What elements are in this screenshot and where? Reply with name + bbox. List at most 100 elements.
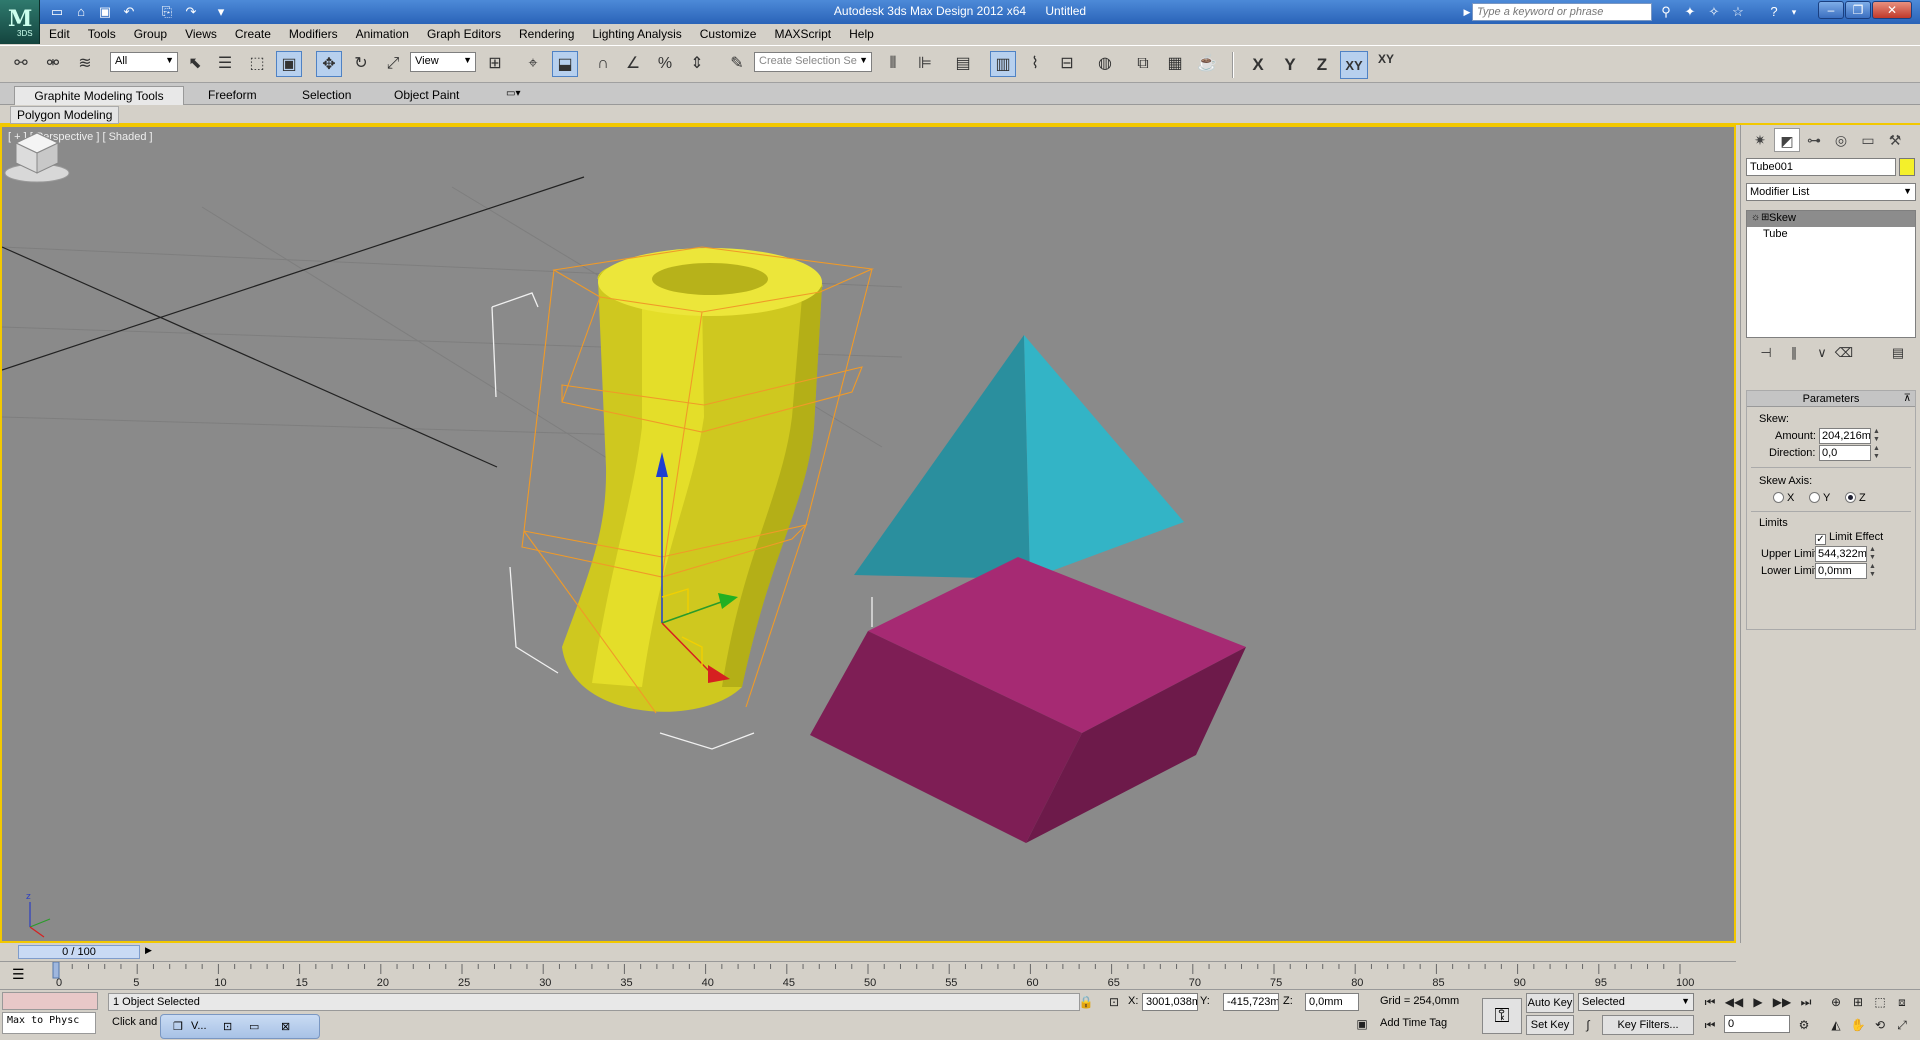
select-by-name-icon[interactable]: ☰ xyxy=(212,51,238,77)
object-name-field[interactable]: Tube001 xyxy=(1746,158,1896,176)
menu-edit[interactable]: Edit xyxy=(40,24,79,45)
direction-field[interactable]: 0,0 xyxy=(1819,445,1871,461)
key-filters-button[interactable]: Key Filters... xyxy=(1602,1015,1694,1035)
render-teapot-icon[interactable]: ☕ xyxy=(1194,51,1220,77)
play-icon[interactable]: ▶ xyxy=(1748,992,1768,1012)
auto-key-button[interactable]: Auto Key xyxy=(1526,993,1574,1013)
script-listener-red-line[interactable] xyxy=(2,992,98,1010)
direction-spinner-icon[interactable]: ▲ ▼ xyxy=(1873,445,1881,461)
select-object-icon[interactable]: ⬉ xyxy=(182,51,208,77)
object-color-swatch[interactable] xyxy=(1899,158,1915,176)
keyboard-shortcut-override-icon[interactable]: ⬓ xyxy=(552,51,578,77)
axis-xy-button[interactable]: XY xyxy=(1340,51,1368,79)
motion-tab-icon[interactable]: ◎ xyxy=(1828,128,1854,152)
angle-snap-icon[interactable]: ∠ xyxy=(620,51,646,77)
modify-tab-icon[interactable]: ◩ xyxy=(1774,128,1800,152)
tab-object-paint[interactable]: Object Paint xyxy=(384,86,469,105)
bind-space-warp-icon[interactable]: ≋ xyxy=(72,51,98,77)
zoom-extents-icon[interactable]: ⬚ xyxy=(1870,992,1890,1012)
next-frame-icon[interactable]: ▶▶ xyxy=(1772,992,1792,1012)
time-tag-icon[interactable]: ▣ xyxy=(1352,1014,1372,1034)
search-input[interactable]: Type a keyword or phrase xyxy=(1472,3,1652,21)
maximize-icon[interactable]: ▭ xyxy=(249,1020,259,1033)
edit-named-selection-icon[interactable]: ✎ xyxy=(724,51,750,77)
go-to-start-icon[interactable]: ⏮ xyxy=(1700,992,1720,1012)
field-of-view-icon[interactable]: ◭ xyxy=(1826,1015,1846,1035)
create-tab-icon[interactable]: ✷ xyxy=(1747,128,1773,152)
axis-z-button[interactable]: Z xyxy=(1308,51,1336,79)
zoom-extents-all-icon[interactable]: ⧈ xyxy=(1892,992,1912,1012)
orbit-icon[interactable]: ⟲ xyxy=(1870,1015,1890,1035)
curve-editor-icon[interactable]: ⌇ xyxy=(1022,51,1048,77)
favorites-star-icon[interactable]: ☆ xyxy=(1728,3,1748,21)
set-key-button[interactable]: Set Key xyxy=(1526,1015,1574,1035)
hierarchy-tab-icon[interactable]: ⊶ xyxy=(1801,128,1827,152)
menu-help[interactable]: Help xyxy=(840,24,883,45)
align-icon[interactable]: ⊫ xyxy=(912,51,938,77)
unlink-icon[interactable]: ⚮ xyxy=(40,51,66,77)
key-mode-toggle-icon[interactable]: ⏮ xyxy=(1700,1015,1720,1035)
configure-modifier-sets-icon[interactable]: ▤ xyxy=(1886,345,1910,363)
pan-view-icon[interactable]: ✋ xyxy=(1848,1015,1868,1035)
render-setup-icon[interactable]: ⧉ xyxy=(1130,51,1156,77)
graphite-toggle-icon[interactable]: ▥ xyxy=(990,51,1016,77)
menu-views[interactable]: Views xyxy=(176,24,226,45)
script-listener-input[interactable]: Max to Physc xyxy=(2,1012,96,1034)
selection-lock-icon[interactable]: 🔒 xyxy=(1076,992,1096,1012)
axis-y-button[interactable]: Y xyxy=(1276,51,1304,79)
set-keys-key-icon[interactable]: ⚿ xyxy=(1482,998,1522,1034)
add-time-tag[interactable]: Add Time Tag xyxy=(1376,1015,1451,1033)
menu-maxscript[interactable]: MAXScript xyxy=(765,24,840,45)
amount-spinner-icon[interactable]: ▲ ▼ xyxy=(1873,428,1881,444)
rendered-frame-window-icon[interactable]: ▦ xyxy=(1162,51,1188,77)
menu-create[interactable]: Create xyxy=(226,24,280,45)
previous-frame-icon[interactable]: ◀◀ xyxy=(1724,992,1744,1012)
amount-field[interactable]: 204,216m xyxy=(1819,428,1871,444)
spinner-snap-icon[interactable]: ⇕ xyxy=(684,51,710,77)
viewcube-icon[interactable] xyxy=(2,127,72,187)
radio-axis-x[interactable]: X xyxy=(1773,492,1794,504)
x-coordinate-field[interactable]: 3001,038m xyxy=(1142,993,1198,1011)
menu-customize[interactable]: Customize xyxy=(691,24,766,45)
display-tab-icon[interactable]: ▭ xyxy=(1855,128,1881,152)
select-and-manipulate-icon[interactable]: ⌖ xyxy=(520,51,546,77)
help-dropdown-icon[interactable]: ▾ xyxy=(1784,3,1804,21)
radio-axis-y[interactable]: Y xyxy=(1809,492,1830,504)
menu-tools[interactable]: Tools xyxy=(79,24,125,45)
tab-freeform[interactable]: Freeform xyxy=(198,86,267,105)
axis-xy-cycle-button[interactable]: XY xyxy=(1372,51,1400,79)
menu-group[interactable]: Group xyxy=(125,24,176,45)
select-and-rotate-icon[interactable]: ↻ xyxy=(348,51,374,77)
tab-selection[interactable]: Selection xyxy=(292,86,361,105)
track-bar[interactable]: 0 5 10 15 20 25 30 35 40 45 50 55 60 65 70 75 80 85 90 95 10… xyxy=(0,961,1736,989)
restore-icon[interactable]: ⊡ xyxy=(223,1020,232,1033)
mirror-icon[interactable]: ⫴ xyxy=(880,51,906,77)
time-configuration-icon[interactable]: ⚙ xyxy=(1794,1015,1814,1035)
menu-modifiers[interactable]: Modifiers xyxy=(280,24,347,45)
rollout-header[interactable]: Parameters ⊼ xyxy=(1747,391,1915,407)
window-crossing-icon[interactable]: ▣ xyxy=(276,51,302,77)
lower-limit-spinner-icon[interactable]: ▲ ▼ xyxy=(1869,563,1877,579)
menu-lighting-analysis[interactable]: Lighting Analysis xyxy=(583,24,690,45)
close-icon[interactable]: ⊠ xyxy=(281,1020,290,1033)
show-end-result-icon[interactable]: ∥ xyxy=(1782,345,1806,363)
percent-snap-icon[interactable]: % xyxy=(652,51,678,77)
go-to-end-icon[interactable]: ⏭ xyxy=(1796,992,1816,1012)
time-slider[interactable]: 0 / 100 xyxy=(18,945,140,959)
stack-item-skew[interactable]: ☼ ⊞ Skew xyxy=(1747,211,1915,227)
lower-limit-field[interactable]: 0,0mm xyxy=(1815,563,1867,579)
limit-effect-checkbox[interactable]: ✓ Limit Effect xyxy=(1815,531,1883,545)
key-mode-dropdown[interactable]: Selected ▼ xyxy=(1578,993,1694,1011)
menu-graph-editors[interactable]: Graph Editors xyxy=(418,24,510,45)
application-button[interactable]: M 3DS xyxy=(0,0,40,44)
utilities-tab-icon[interactable]: ⚒ xyxy=(1882,128,1908,152)
floating-viewport-chip[interactable]: ❐ V... ⊡ ▭ ⊠ xyxy=(160,1014,320,1039)
ribbon-options-icon[interactable]: ▭▾ xyxy=(496,86,530,105)
rectangular-selection-icon[interactable]: ⬚ xyxy=(244,51,270,77)
current-frame-field[interactable]: 0 xyxy=(1724,1015,1790,1033)
zoom-all-icon[interactable]: ⊞ xyxy=(1848,992,1868,1012)
layer-manager-icon[interactable]: ▤ xyxy=(950,51,976,77)
binoculars-icon[interactable]: ⚲ xyxy=(1656,3,1676,21)
menu-animation[interactable]: Animation xyxy=(347,24,418,45)
select-and-scale-icon[interactable]: ⤢ xyxy=(380,51,406,77)
